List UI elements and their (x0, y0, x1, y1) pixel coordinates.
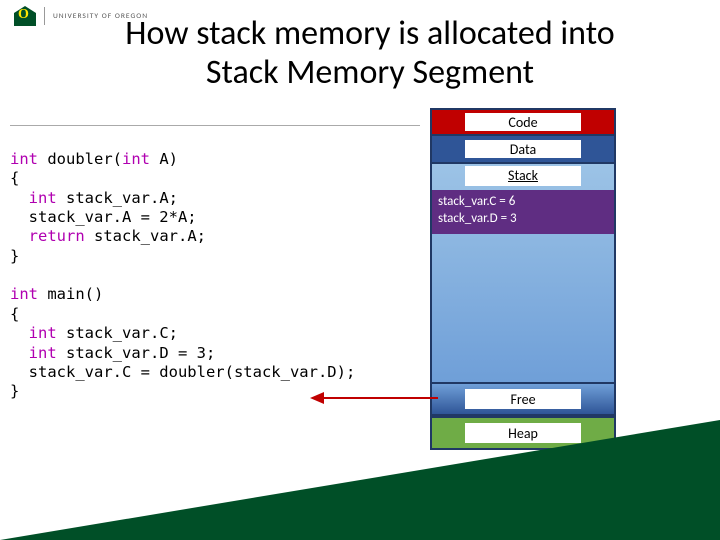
page-title: How stack memory is allocated into Stack… (60, 14, 680, 92)
code-line: int main() (10, 285, 103, 303)
code-line: int doubler(int A) (10, 150, 178, 168)
code-line: } (10, 382, 19, 400)
stack-var-line: stack_var.D = 3 (438, 211, 608, 228)
code-line: stack_var.C = doubler(stack_var.D); (10, 363, 355, 381)
memory-segments-diagram: Code Data Stack stack_var.C = 6 stack_va… (430, 108, 616, 450)
code-line: return stack_var.A; (10, 227, 206, 245)
segment-code-label: Code (465, 113, 582, 131)
segment-stack: Stack stack_var.C = 6 stack_var.D = 3 (432, 164, 614, 384)
segment-data-label: Data (465, 140, 582, 158)
title-line1: How stack memory is allocated into (125, 13, 614, 54)
code-line: int stack_var.D = 3; (10, 344, 215, 362)
code-snippet: int doubler(int A) { int stack_var.A; st… (10, 106, 420, 402)
code-line: int stack_var.C; (10, 324, 178, 342)
uo-logo-icon (14, 6, 36, 26)
footer-triangle-decoration (0, 420, 720, 540)
segment-free-label: Free (465, 389, 582, 409)
segment-heap-label: Heap (465, 423, 582, 443)
code-line: { (10, 305, 19, 323)
code-line: int stack_var.A; (10, 189, 178, 207)
code-line: } (10, 247, 19, 265)
stack-frame-main: stack_var.C = 6 stack_var.D = 3 (432, 190, 614, 234)
segment-data: Data (432, 136, 614, 164)
segment-free: Free (432, 384, 614, 416)
code-line: { (10, 169, 19, 187)
segment-code: Code (432, 110, 614, 136)
stack-var-line: stack_var.C = 6 (438, 194, 608, 211)
segment-stack-label: Stack (465, 166, 582, 186)
divider-icon (44, 7, 45, 25)
title-line2: Stack Memory Segment (206, 52, 534, 93)
code-line: stack_var.A = 2*A; (10, 208, 197, 226)
